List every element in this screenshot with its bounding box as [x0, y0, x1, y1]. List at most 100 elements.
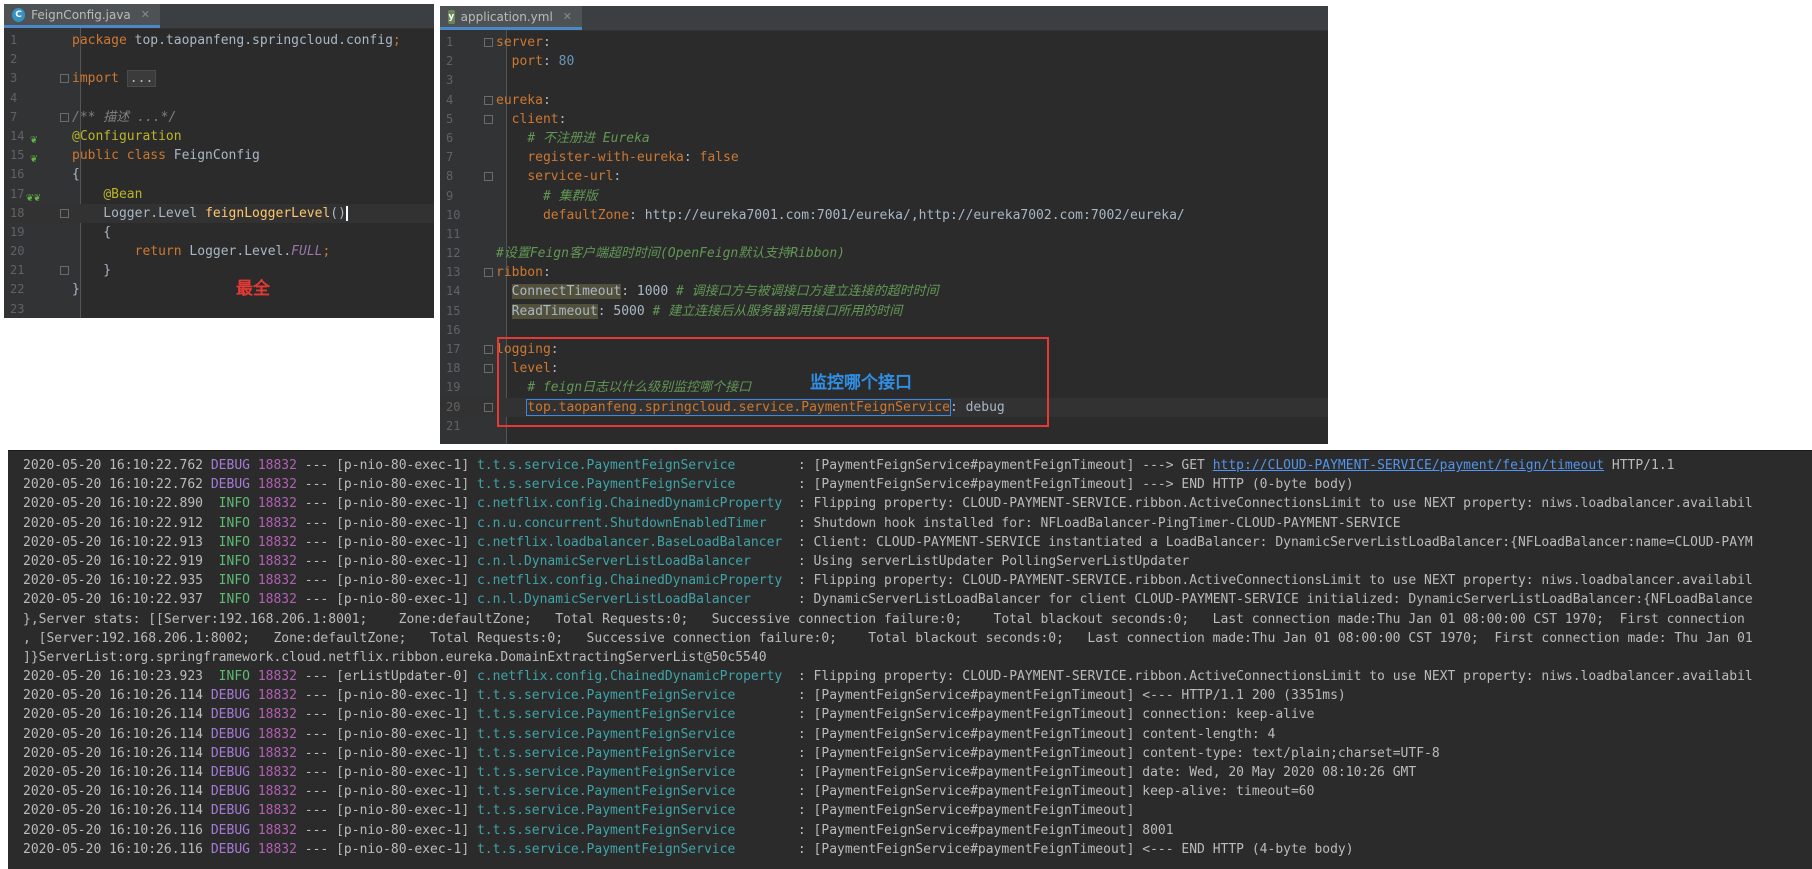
- code-text: ribbon:: [496, 263, 551, 282]
- log-timestamp: 2020-05-20 16:10:26.116: [23, 822, 204, 838]
- log-logger-name: t.t.s.service.PaymentFeignService: [476, 458, 791, 473]
- code-line[interactable]: 7 /** 描述 ...*/: [4, 108, 434, 127]
- close-icon[interactable]: ✕: [563, 10, 572, 23]
- fold-toggle-icon[interactable]: [484, 172, 493, 182]
- code-token: ConnectTimeout: [511, 284, 622, 300]
- log-message: : [PaymentFeignService#paymentFeignTimeo…: [790, 745, 1440, 761]
- code-token: :: [558, 111, 567, 127]
- code-text: }: [72, 261, 111, 280]
- code-line[interactable]: 10 defaultZone: http://eureka7001.com:70…: [440, 206, 1328, 225]
- code-line[interactable]: 16 {: [4, 165, 434, 184]
- console-output-panel[interactable]: 2020-05-20 16:10:22.762 DEBUG 18832 --- …: [8, 450, 1812, 869]
- code-line[interactable]: 22}: [4, 280, 434, 299]
- log-message: : Client: CLOUD-PAYMENT-SERVICE instanti…: [790, 534, 1753, 550]
- log-thread: --- [p-nio-80-exec-1]: [304, 477, 470, 493]
- code-line[interactable]: 3 import ...: [4, 69, 434, 88]
- code-text: port: 80: [496, 52, 575, 71]
- code-line[interactable]: 14 ❦ @Configuration: [4, 127, 434, 146]
- code-line[interactable]: 20 return Logger.Level.FULL;: [4, 242, 434, 261]
- yml-file-icon: y: [448, 9, 455, 24]
- fold-toggle-icon[interactable]: [60, 208, 69, 218]
- java-code-area[interactable]: 1 package top.taopanfeng.springcloud.conf…: [4, 31, 434, 318]
- code-line[interactable]: 9 # 集群版: [440, 187, 1328, 206]
- log-line: 2020-05-20 16:10:22.919 INFO 18832 --- […: [23, 552, 1753, 571]
- code-text: client:: [496, 110, 567, 129]
- log-timestamp: 2020-05-20 16:10:26.114: [23, 688, 204, 704]
- log-pid: 18832: [257, 496, 297, 512]
- tab-application-yml[interactable]: y application.yml ✕: [440, 6, 582, 30]
- code-line[interactable]: 1 server:: [440, 33, 1328, 52]
- code-line[interactable]: 2 port: 80: [440, 52, 1328, 71]
- code-line[interactable]: 15 ReadTimeout: 5000 # 建立连接后从服务器调用接口所用的时…: [440, 302, 1328, 321]
- log-logger-name: t.t.s.service.PaymentFeignService: [476, 765, 791, 780]
- code-line[interactable]: 6 # 不注册进 Eureka: [440, 129, 1328, 148]
- log-logger-name: t.t.s.service.PaymentFeignService: [476, 822, 791, 838]
- log-url-link[interactable]: http://CLOUD-PAYMENT-SERVICE/payment/fei…: [1213, 458, 1604, 473]
- log-text: , [Server:192.168.206.1:8002; Zone:defau…: [23, 630, 1753, 646]
- fold-toggle-icon[interactable]: [484, 364, 493, 374]
- log-level: INFO: [210, 669, 250, 685]
- log-line: 2020-05-20 16:10:26.114 DEBUG 18832 --- …: [23, 725, 1753, 744]
- code-line[interactable]: 19 {: [4, 223, 434, 242]
- close-icon[interactable]: ✕: [141, 8, 150, 21]
- log-logger-name: c.netflix.config.ChainedDynamicProperty: [476, 573, 791, 589]
- code-line[interactable]: 14 ConnectTimeout: 1000 # 调接口方与被调接口方建立连接…: [440, 282, 1328, 301]
- code-line[interactable]: 4 eureka:: [440, 91, 1328, 110]
- log-logger-name: t.t.s.service.PaymentFeignService: [476, 477, 791, 493]
- code-line[interactable]: 1 package top.taopanfeng.springcloud.conf…: [4, 31, 434, 50]
- fold-toggle-icon[interactable]: [484, 114, 493, 124]
- code-token: port: [511, 54, 543, 70]
- fold-toggle-icon[interactable]: [60, 74, 69, 84]
- code-token: register-with-eureka: [527, 150, 684, 166]
- code-token: ReadTimeout: [511, 303, 598, 319]
- log-timestamp: 2020-05-20 16:10:26.114: [23, 707, 204, 723]
- annotation-label-java: 最全: [236, 279, 270, 299]
- code-line[interactable]: 4: [4, 89, 434, 108]
- code-token: }: [72, 263, 112, 279]
- tab-feignconfig-java[interactable]: C FeignConfig.java ✕: [4, 4, 160, 28]
- code-line[interactable]: 21 }: [4, 261, 434, 280]
- line-number: 2: [446, 54, 454, 69]
- log-timestamp: 2020-05-20 16:10:26.114: [23, 784, 204, 800]
- tab-label: FeignConfig.java: [31, 7, 131, 22]
- log-level: DEBUG: [210, 803, 250, 819]
- code-token: FeignConfig: [173, 148, 260, 164]
- line-number: 20: [446, 399, 461, 414]
- fold-toggle-icon[interactable]: [484, 38, 493, 47]
- tab-label: application.yml: [460, 9, 553, 24]
- code-line[interactable]: 3: [440, 71, 1328, 90]
- code-line[interactable]: 2: [4, 50, 434, 69]
- code-text: # 不注册进 Eureka: [496, 129, 649, 148]
- code-line[interactable]: 11: [440, 225, 1328, 244]
- code-token: }: [72, 282, 80, 298]
- log-logger-name: c.netflix.config.ChainedDynamicProperty: [476, 496, 791, 512]
- code-line[interactable]: 8 service-url:: [440, 167, 1328, 186]
- code-line[interactable]: 5 client:: [440, 110, 1328, 129]
- code-text: /** 描述 ...*/: [72, 108, 176, 127]
- fold-toggle-icon[interactable]: [484, 402, 493, 412]
- code-line[interactable]: 15 ❦ public class FeignConfig: [4, 146, 434, 165]
- fold-toggle-icon[interactable]: [60, 266, 69, 276]
- code-line[interactable]: 23: [4, 300, 434, 318]
- code-token: : http://eureka7001.com:7001/eureka/,htt…: [629, 207, 1185, 223]
- log-thread: --- [p-nio-80-exec-1]: [304, 688, 470, 704]
- line-number: 20: [10, 244, 25, 259]
- code-token: # 集群版: [542, 188, 598, 204]
- code-text: ConnectTimeout: 1000 # 调接口方与被调接口方建立连接的超时…: [496, 282, 939, 301]
- code-line[interactable]: 17 ❦❦ @Bean: [4, 185, 434, 204]
- code-line[interactable]: 12 #设置Feign客户端超时时间(OpenFeign默认支持Ribbon): [440, 244, 1328, 263]
- fold-toggle-icon[interactable]: [484, 95, 493, 105]
- log-pid: 18832: [257, 669, 297, 685]
- log-thread: --- [p-nio-80-exec-1]: [304, 784, 470, 800]
- code-line[interactable]: 13 ribbon:: [440, 263, 1328, 282]
- fold-toggle-icon[interactable]: [60, 112, 69, 122]
- fold-toggle-icon[interactable]: [484, 345, 493, 354]
- log-line: 2020-05-20 16:10:26.114 DEBUG 18832 --- …: [23, 801, 1753, 820]
- code-line[interactable]: 18 Logger.Level feignLoggerLevel(): [4, 203, 434, 223]
- code-line[interactable]: 7 register-with-eureka: false: [440, 148, 1328, 167]
- code-token: Logger.Level.: [189, 244, 292, 260]
- log-line: 2020-05-20 16:10:26.114 DEBUG 18832 --- …: [23, 705, 1753, 724]
- fold-toggle-icon[interactable]: [484, 268, 493, 278]
